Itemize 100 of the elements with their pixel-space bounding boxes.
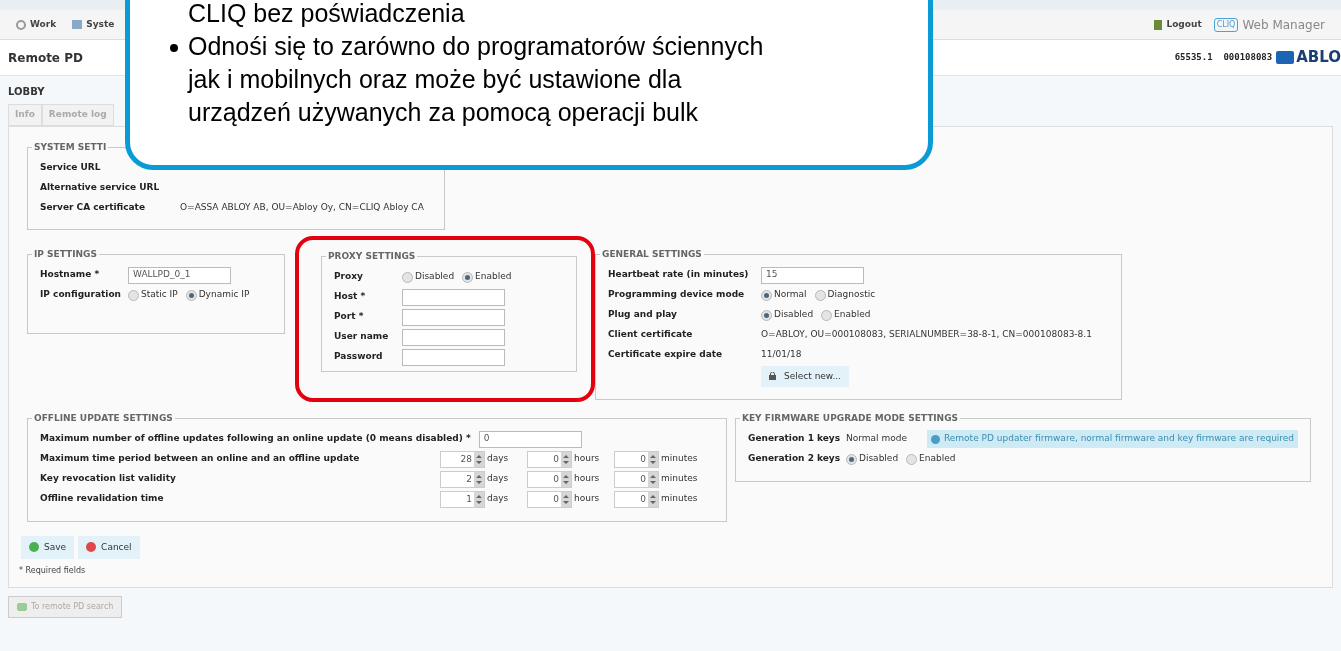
number-spinner[interactable]: 0: [614, 490, 659, 508]
radio-button[interactable]: [128, 289, 139, 301]
action-button[interactable]: Save: [21, 535, 75, 559]
group-title: SYSTEM SETTI: [33, 140, 108, 154]
required-note: * Required fields: [19, 565, 87, 577]
select-new-button[interactable]: Select new...: [761, 365, 849, 387]
radio-label: Disabled: [859, 452, 899, 466]
radio-button[interactable]: [906, 453, 918, 465]
number-spinner[interactable]: 0: [527, 470, 572, 488]
input-field[interactable]: WALLPD_0_1: [128, 266, 231, 284]
group-title: GENERAL SETTINGS: [601, 248, 703, 261]
number-spinner[interactable]: 1: [440, 490, 485, 508]
info-icon: [930, 434, 940, 444]
logout-link[interactable]: Logout: [1154, 17, 1202, 32]
field-label: Maximum number of offline updates following an online update (0 means disabled) *: [40, 432, 472, 446]
field-label: Plug and play: [608, 308, 678, 322]
radio-label: Normal: [774, 288, 807, 302]
radio-label: Disabled: [415, 270, 455, 284]
page-title: Remote PD: [8, 49, 83, 67]
input-field[interactable]: [402, 328, 505, 346]
field-value: Normal mode: [846, 432, 907, 446]
field-value: 11/01/18: [761, 348, 802, 362]
field-label: Generation 2 keys: [748, 452, 842, 466]
nav-item[interactable]: Work: [16, 17, 57, 32]
input-field[interactable]: [402, 348, 505, 366]
lock-icon: [769, 372, 776, 381]
input-field[interactable]: [402, 288, 505, 306]
lock-name: LOBBY: [8, 85, 46, 99]
input-field[interactable]: [402, 308, 505, 326]
field-label: Server CA certificate: [40, 200, 147, 214]
number-spinner[interactable]: 0: [614, 470, 659, 488]
unit-label: days: [487, 472, 510, 486]
unit-label: hours: [574, 492, 601, 506]
field-label: User name: [334, 330, 390, 344]
field-label: Heartbeat rate (in minutes): [608, 268, 750, 282]
info-note: Remote PD updater firmware, normal firmware and key firmware are required: [926, 430, 1299, 448]
radio-button[interactable]: [821, 309, 833, 321]
spinner-arrows-icon: [561, 451, 571, 467]
gear-icon: [16, 19, 26, 30]
field-label: Key revocation list validity: [40, 472, 177, 486]
input-field[interactable]: 15: [761, 266, 864, 284]
radio-button[interactable]: [761, 289, 772, 301]
field-label: Proxy: [334, 270, 364, 284]
field-label: Alternative service URL: [40, 180, 161, 194]
field-label: Service URL: [40, 160, 102, 174]
field-label: Generation 1 keys: [748, 432, 842, 446]
group-title: OFFLINE UPDATE SETTINGS: [33, 412, 174, 425]
field-value: O=ASSA ABLOY AB, OU=Abloy Oy, CN=CLIQ Abloy CA: [180, 200, 424, 214]
field-label: Host *: [334, 290, 367, 304]
action-button[interactable]: Cancel: [78, 535, 140, 559]
speech-bubble-badge: CLIQ: [1213, 17, 1239, 32]
radio-label: Enabled: [475, 270, 512, 284]
unit-label: days: [487, 492, 510, 506]
unit-label: hours: [574, 452, 601, 466]
radio-button[interactable]: [402, 271, 413, 283]
field-label: Maximum time period between an online and an offline update: [40, 452, 361, 466]
field-label: Programming device mode: [608, 288, 746, 302]
bullet-icon: [170, 44, 178, 53]
radio-button[interactable]: [814, 289, 826, 301]
nav-item[interactable]: Syste: [72, 17, 115, 32]
unit-label: days: [487, 452, 510, 466]
radio-button[interactable]: [846, 453, 857, 465]
callout-text: Odnośi się to zarówno do programatorów ściennych jak i mobilnych oraz może być ustawione dla urządzeń używanych za pomocą operacji bulk: [188, 31, 765, 128]
brand-logo: ABLO: [1276, 46, 1341, 69]
input-field[interactable]: 0: [478, 430, 582, 448]
number-spinner[interactable]: 28: [440, 450, 485, 468]
radio-button[interactable]: [761, 309, 772, 321]
radio-label: Diagnostic: [827, 288, 876, 302]
field-label: Certificate expire date: [608, 348, 724, 362]
spinner-arrows-icon: [648, 471, 658, 487]
radio-button[interactable]: [185, 289, 197, 301]
spinner-arrows-icon: [561, 491, 571, 507]
radio-label: Static IP: [141, 288, 178, 302]
group-title: IP SETTINGS: [33, 248, 98, 261]
spinner-arrows-icon: [648, 491, 658, 507]
spinner-arrows-icon: [474, 491, 484, 507]
radio-label: Enabled: [919, 452, 956, 466]
number-spinner[interactable]: 0: [527, 450, 572, 468]
spinner-arrows-icon: [648, 451, 658, 467]
device-id: 65535.1 000108083: [1174, 50, 1273, 64]
callout-text: CLIQ bez poświadczenia: [188, 0, 466, 29]
radio-label: Disabled: [774, 308, 814, 322]
number-spinner[interactable]: 0: [614, 450, 659, 468]
field-label: Password: [334, 350, 384, 364]
spinner-arrows-icon: [474, 451, 484, 467]
field-label: Hostname *: [40, 268, 101, 282]
group-title: KEY FIRMWARE UPGRADE MODE SETTINGS: [741, 412, 960, 425]
field-label: Port *: [334, 310, 365, 324]
radio-label: Dynamic IP: [198, 288, 250, 302]
number-spinner[interactable]: 2: [440, 470, 485, 488]
spinner-arrows-icon: [474, 471, 484, 487]
field-label: Offline revalidation time: [40, 492, 165, 506]
unit-label: hours: [574, 472, 601, 486]
number-spinner[interactable]: 0: [527, 490, 572, 508]
window-icon: [72, 20, 83, 29]
field-label: IP configuration: [40, 288, 122, 302]
group-title: PROXY SETTINGS: [327, 250, 417, 263]
radio-button[interactable]: [462, 271, 474, 283]
field-label: Client certificate: [608, 328, 694, 342]
spinner-arrows-icon: [561, 471, 571, 487]
